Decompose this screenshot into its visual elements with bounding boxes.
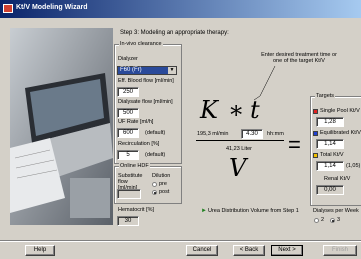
uf-rate-input[interactable]: 600 xyxy=(117,128,139,138)
renal-label: Renal Kt/V xyxy=(324,176,351,182)
dialyses-3-radio[interactable] xyxy=(330,218,335,223)
equilibrated-color xyxy=(313,131,318,136)
equilibrated-label: Equilibrated Kt/V xyxy=(320,130,361,136)
laptop-photo xyxy=(10,28,113,225)
dialyzer-select[interactable]: F60 (Fr) ▼ xyxy=(117,66,177,75)
dialyses-2-radio[interactable] xyxy=(314,218,319,223)
total-color xyxy=(313,153,318,158)
recirculation-label: Recirculation [%] xyxy=(118,141,160,147)
dialyzer-value: F60 (Fr) xyxy=(120,67,142,73)
time-unit: hh:mm xyxy=(267,131,284,137)
blood-flow-input[interactable]: 250 xyxy=(117,87,139,97)
substitute-flow-input xyxy=(117,189,141,199)
wizard-image xyxy=(10,28,113,225)
window-title: Kt/V Modeling Wizard xyxy=(16,4,88,11)
dilution-post-label: post xyxy=(159,189,170,195)
fraction-line xyxy=(196,140,284,141)
dilution-pre-label: pre xyxy=(159,181,167,187)
total-extra: (1,05) xyxy=(346,163,361,169)
equilibrated-input[interactable]: 1,14 xyxy=(316,139,344,149)
single-pool-label: Single Pool Kt/V xyxy=(320,108,360,114)
app-icon xyxy=(3,4,13,13)
hematocrit-label: Hematocrit [%] xyxy=(118,207,155,213)
footer-separator xyxy=(0,240,361,242)
help-button[interactable]: Help xyxy=(25,245,55,256)
single-pool-color xyxy=(313,109,318,114)
equals-sign: = xyxy=(288,132,301,157)
cancel-button[interactable]: Cancel xyxy=(186,245,218,256)
hdf-legend: Online HDF xyxy=(119,163,150,169)
dilution-label: Dilution xyxy=(152,173,171,179)
total-input[interactable]: 1,14 xyxy=(316,161,344,171)
single-pool-input[interactable]: 1,28 xyxy=(316,117,344,127)
hint-text: Enter desired treatment time or one of t… xyxy=(261,52,337,64)
dialyzer-label: Dialyzer xyxy=(118,56,138,62)
step-heading: Step 3: Modeling an appropriate therapy: xyxy=(120,30,229,36)
blood-flow-label: Eff. Blood flow [ml/min] xyxy=(118,78,174,84)
uf-rate-label: UF Rate [ml/h] xyxy=(118,119,154,125)
formula-k: K xyxy=(200,96,218,124)
volume-note: Urea Distribution Volume from Step 1 xyxy=(208,208,299,214)
uf-rate-default: (default) xyxy=(145,130,166,136)
recirculation-default: (default) xyxy=(145,152,166,158)
invivo-legend: In-vivo clearance xyxy=(119,41,163,47)
next-button[interactable]: Next > xyxy=(271,245,303,256)
dialyses-label: Dialyses per Week xyxy=(313,208,359,214)
back-button[interactable]: < Back xyxy=(233,245,265,256)
volume-value: 41,23 Liter xyxy=(226,146,252,152)
recirculation-input[interactable]: 5 xyxy=(117,150,139,160)
formula-multiply: ∗ xyxy=(228,96,245,124)
dilution-post-radio[interactable] xyxy=(152,190,157,195)
clearance-value: 195,3 ml/min xyxy=(197,131,229,137)
finish-button: Finish xyxy=(323,245,357,256)
dialysate-flow-input[interactable]: 500 xyxy=(117,108,139,118)
dialyses-2-label: 2 xyxy=(321,217,325,223)
arrow-right-icon: ► xyxy=(201,208,207,214)
chevron-down-icon[interactable]: ▼ xyxy=(168,67,176,74)
dialysate-flow-label: Dialysate flow [ml/min] xyxy=(118,99,173,105)
time-input[interactable]: 4.30 xyxy=(241,129,263,139)
formula-t: t xyxy=(250,96,260,124)
renal-input: 0,00 xyxy=(316,185,344,195)
dialyses-3-label: 3 xyxy=(337,217,341,223)
dilution-pre-radio[interactable] xyxy=(152,182,157,187)
hematocrit-input: 30 xyxy=(117,216,139,226)
title-bar: Kt/V Modeling Wizard xyxy=(0,0,361,18)
targets-legend: Targets xyxy=(315,93,336,99)
formula-v: V xyxy=(229,154,247,182)
total-label: Total Kt/V xyxy=(320,152,344,158)
